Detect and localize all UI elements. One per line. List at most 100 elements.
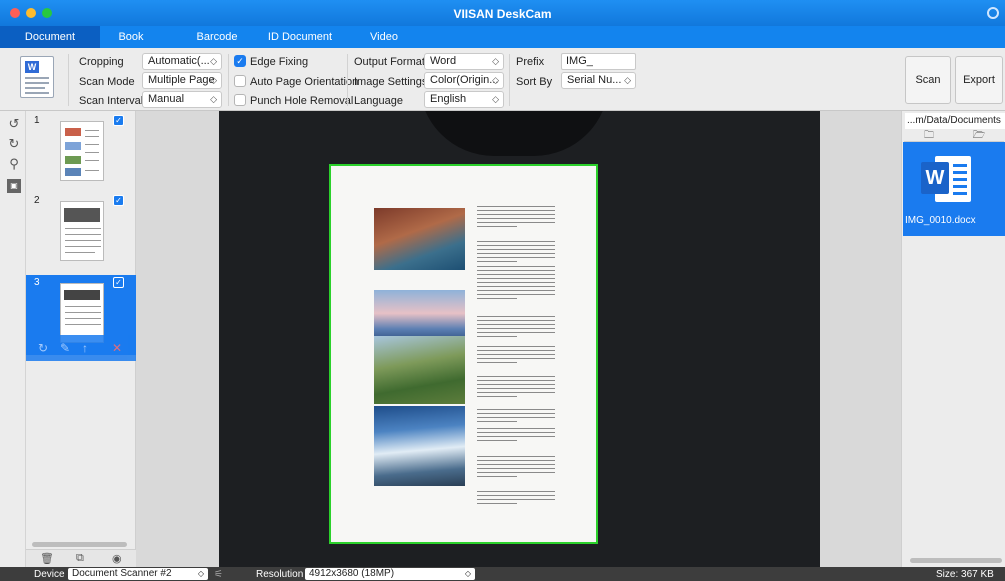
document-text-line bbox=[477, 261, 517, 262]
punch-hole-label: Punch Hole Removal bbox=[250, 95, 354, 107]
document-text-line bbox=[477, 436, 555, 437]
document-text-line bbox=[477, 324, 555, 325]
document-text-line bbox=[477, 468, 555, 469]
file-tile-selected[interactable]: W IMG_0010.docx bbox=[903, 142, 1005, 236]
thumbnail-number: 1 bbox=[34, 115, 40, 126]
rotate-right-icon[interactable]: ↻ bbox=[7, 137, 21, 151]
title-bar: VIISAN DeskCam bbox=[0, 0, 1005, 26]
thumbnail-checkbox[interactable]: ✓ bbox=[113, 195, 124, 206]
open-folder-icon[interactable]: 🗀 bbox=[904, 129, 954, 142]
sort-by-select[interactable]: Serial Nu... ◇ bbox=[561, 72, 636, 89]
scan-interval-select[interactable]: Manual ◇ bbox=[142, 91, 222, 108]
image-settings-select[interactable]: Color(Origin... ◇ bbox=[424, 72, 504, 89]
edge-fixing-checkbox[interactable]: ✓ bbox=[234, 55, 246, 67]
files-scrollbar[interactable] bbox=[910, 558, 1002, 563]
document-text-line bbox=[477, 460, 555, 461]
document-text-line bbox=[477, 241, 555, 242]
document-text-line bbox=[477, 278, 555, 279]
document-text-line bbox=[477, 440, 517, 441]
edge-fixing-label: Edge Fixing bbox=[250, 56, 309, 68]
document-text-line bbox=[477, 503, 517, 504]
punch-hole-checkbox[interactable] bbox=[234, 94, 246, 106]
document-text-line bbox=[477, 336, 517, 337]
document-text-line bbox=[477, 499, 555, 500]
tab-video[interactable]: Video bbox=[356, 26, 412, 48]
tab-book[interactable]: Book bbox=[100, 26, 162, 48]
thumbnail-bottom-bar: 🗑 ⧉ ◉ bbox=[26, 549, 136, 567]
document-text-line bbox=[477, 432, 555, 433]
document-photo-pool bbox=[374, 208, 465, 270]
output-format-select[interactable]: Word ◇ bbox=[424, 53, 504, 70]
prefix-input[interactable]: IMG_ bbox=[561, 53, 636, 70]
tab-document[interactable]: Document bbox=[0, 26, 100, 48]
edit-thumbnail-icon[interactable]: ✎ bbox=[60, 341, 70, 355]
scan-button[interactable]: Scan bbox=[905, 56, 951, 104]
preview-margin-right bbox=[820, 111, 901, 567]
document-text-line bbox=[477, 206, 555, 207]
auto-orientation-checkbox[interactable] bbox=[234, 75, 246, 87]
document-text-line bbox=[477, 376, 555, 377]
language-select[interactable]: English ◇ bbox=[424, 91, 504, 108]
tab-barcode[interactable]: Barcode bbox=[184, 26, 250, 48]
document-text-line bbox=[477, 249, 555, 250]
device-select[interactable]: Document Scanner #2 ◇ bbox=[68, 568, 208, 580]
file-size-text: Size: 367 KB bbox=[936, 569, 994, 580]
camera-icon[interactable]: ◉ bbox=[112, 552, 122, 565]
tab-id-document[interactable]: ID Document bbox=[260, 26, 340, 48]
document-text-line bbox=[477, 290, 555, 291]
rotate-thumbnail-icon[interactable]: ↻ bbox=[38, 341, 48, 355]
thumbnail-checkbox[interactable]: ✓ bbox=[113, 277, 124, 288]
rotate-left-icon[interactable]: ↺ bbox=[7, 117, 21, 131]
thumbnail-number: 2 bbox=[34, 195, 40, 206]
document-text-line bbox=[477, 491, 555, 492]
trash-icon[interactable]: 🗑 bbox=[40, 552, 54, 565]
document-text-line bbox=[477, 253, 555, 254]
document-text-line bbox=[477, 428, 555, 429]
device-label: Device bbox=[34, 569, 65, 580]
document-text-line bbox=[477, 214, 555, 215]
document-text-line bbox=[477, 388, 555, 389]
preview-margin-left bbox=[136, 111, 219, 567]
document-text-line bbox=[477, 270, 555, 271]
document-text-line bbox=[477, 332, 555, 333]
status-bar: Device Document Scanner #2 ◇ ⚟ Resolution… bbox=[0, 567, 1005, 581]
cropping-select[interactable]: Automatic(... ◇ bbox=[142, 53, 222, 70]
word-icon: W bbox=[921, 156, 973, 202]
document-text-line bbox=[477, 210, 555, 211]
scanned-document-crop[interactable] bbox=[329, 164, 598, 544]
auto-orientation-label: Auto Page Orientation bbox=[250, 76, 359, 88]
document-text-line bbox=[477, 346, 555, 347]
thumbnail-image bbox=[60, 121, 104, 181]
browse-folder-icon[interactable]: 🗁 bbox=[954, 129, 1004, 142]
scanner-head bbox=[419, 111, 609, 156]
document-photo-waterfall bbox=[374, 406, 465, 486]
document-text-line bbox=[477, 274, 555, 275]
export-button[interactable]: Export bbox=[955, 56, 1003, 104]
output-path-field[interactable]: ...m/Data/Documents bbox=[905, 113, 1005, 129]
ocr-icon[interactable]: ▣ bbox=[7, 179, 21, 193]
thumbnail-item[interactable]: 2 ✓ bbox=[26, 193, 136, 273]
upload-thumbnail-icon[interactable]: ↑ bbox=[82, 341, 88, 355]
delete-thumbnail-icon[interactable]: ✕ bbox=[112, 341, 122, 355]
thumbnail-checkbox[interactable]: ✓ bbox=[113, 115, 124, 126]
stamp-icon[interactable]: ⚲ bbox=[7, 157, 21, 171]
document-text-line bbox=[477, 354, 555, 355]
thumbnail-scrollbar[interactable] bbox=[32, 542, 127, 547]
copy-icon[interactable]: ⧉ bbox=[76, 552, 84, 565]
cropping-label: Cropping bbox=[79, 56, 124, 68]
image-tools-strip: ↺ ↻ ⚲ ▣ bbox=[0, 111, 26, 567]
language-label: Language bbox=[354, 95, 403, 107]
scan-settings-toolbar: W Cropping Automatic(... ◇ Scan Mode Mult… bbox=[0, 48, 1005, 111]
thumbnail-image bbox=[60, 201, 104, 261]
document-text-line bbox=[477, 495, 555, 496]
scan-mode-select[interactable]: Multiple Page ◇ bbox=[142, 72, 222, 89]
resolution-select[interactable]: 4912x3680 (18MP) ◇ bbox=[305, 568, 475, 580]
device-settings-icon[interactable]: ⚟ bbox=[214, 569, 223, 580]
output-files-panel: ...m/Data/Documents 🗀 🗁 W IMG_0010.docx bbox=[901, 111, 1005, 567]
thumbnail-item[interactable]: 1 ✓ bbox=[26, 113, 136, 193]
resolution-label: Resolution bbox=[256, 569, 304, 580]
sort-by-label: Sort By bbox=[516, 76, 553, 88]
settings-gear-icon[interactable] bbox=[987, 7, 999, 19]
document-text-line bbox=[477, 409, 555, 410]
document-text-line bbox=[477, 222, 555, 223]
